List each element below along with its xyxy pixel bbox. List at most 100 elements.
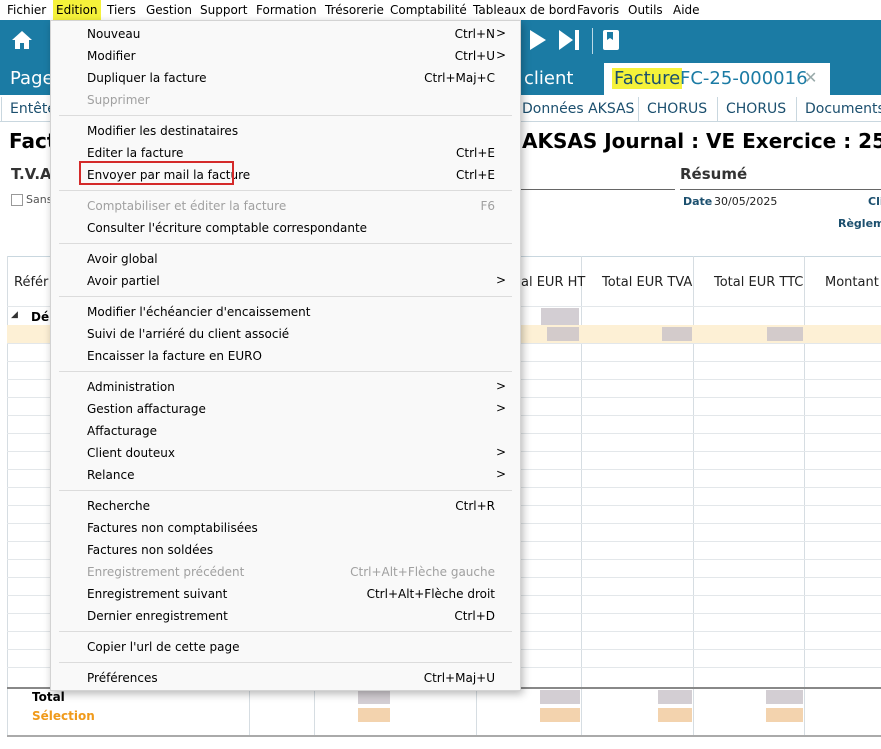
tab-client[interactable]: client	[524, 68, 573, 89]
chevron-right-icon: >	[495, 401, 506, 415]
menu-item-label: Enregistrement précédent	[87, 565, 245, 579]
menu-item-label: Comptabiliser et éditer la facture	[87, 199, 287, 213]
menu-item-administration[interactable]: Administration >	[51, 376, 520, 398]
menu-item-encaisser[interactable]: Encaisser la facture en EURO	[51, 345, 520, 367]
bookmark-icon[interactable]	[602, 29, 620, 56]
menu-item-modifier[interactable]: Modifier Ctrl+U >	[51, 45, 520, 67]
menu-item-label: Encaisser la facture en EURO	[87, 349, 262, 363]
menu-item-enregistrement-suivant[interactable]: Enregistrement suivant Ctrl+Alt+Flèche d…	[51, 583, 520, 605]
tab-facture-number: FC-25-000016	[680, 68, 808, 89]
menu-item-label: Dernier enregistrement	[87, 609, 228, 623]
menu-tableaux-de-bord[interactable]: Tableaux de bord	[470, 0, 579, 20]
redacted-value	[766, 708, 803, 722]
menu-item-consulter-ecriture[interactable]: Consulter l'écriture comptable correspon…	[51, 217, 520, 239]
total-label: Total	[32, 690, 65, 704]
menu-separator	[59, 490, 512, 491]
menu-comptabilite[interactable]: Comptabilité	[387, 0, 470, 20]
menu-item-supprimer: Supprimer	[51, 89, 520, 111]
menu-item-client-douteux[interactable]: Client douteux >	[51, 442, 520, 464]
menu-item-relance[interactable]: Relance >	[51, 464, 520, 486]
chevron-right-icon: >	[495, 467, 506, 481]
menu-item-shortcut: Ctrl+E	[456, 146, 495, 160]
menu-item-shortcut: Ctrl+R	[455, 499, 495, 513]
menu-outils[interactable]: Outils	[625, 0, 666, 20]
column-header-montant[interactable]: Montant r	[825, 275, 881, 290]
menu-item-avoir-partiel[interactable]: Avoir partiel >	[51, 270, 520, 292]
redacted-value	[541, 308, 579, 325]
menu-favoris[interactable]: Favoris	[574, 0, 622, 20]
menu-separator	[59, 371, 512, 372]
tab-page[interactable]: Page	[10, 68, 54, 89]
menu-item-shortcut: Ctrl+E	[456, 168, 495, 182]
selection-label: Sélection	[32, 709, 95, 723]
redacted-value	[662, 327, 692, 341]
chevron-right-icon: >	[495, 26, 506, 40]
menu-aide[interactable]: Aide	[670, 0, 703, 20]
subtab-chorus-2[interactable]: CHORUS	[717, 97, 794, 121]
menu-fichier[interactable]: Fichier	[4, 0, 49, 20]
menu-item-label: Supprimer	[87, 93, 150, 107]
column-header-total-ttc[interactable]: Total EUR TTC	[714, 275, 803, 290]
menu-item-copier-url[interactable]: Copier l'url de cette page	[51, 636, 520, 658]
menu-item-shortcut: Ctrl+Alt+Flèche gauche	[350, 565, 495, 579]
client-label: Cli	[868, 195, 881, 208]
collapse-toggle-icon[interactable]: ◢	[11, 310, 18, 320]
redacted-value	[658, 708, 692, 722]
menu-item-factures-non-soldees[interactable]: Factures non soldées	[51, 539, 520, 561]
resume-section-title: Résumé	[680, 165, 748, 183]
tva-section-title: T.V.A	[11, 165, 52, 183]
close-icon[interactable]: ✕	[804, 68, 817, 87]
menu-formation[interactable]: Formation	[253, 0, 320, 20]
menu-item-enregistrement-precedent: Enregistrement précédent Ctrl+Alt+Flèche…	[51, 561, 520, 583]
menu-item-modifier-destinataires[interactable]: Modifier les destinataires	[51, 120, 520, 142]
reglement-label: Règlem	[838, 217, 881, 230]
menu-support[interactable]: Support	[197, 0, 250, 20]
menu-tiers[interactable]: Tiers	[104, 0, 139, 20]
subtab-donnees-aksas[interactable]: Données AKSAS	[513, 97, 642, 121]
menu-item-label: Factures non soldées	[87, 543, 214, 557]
column-header-reference[interactable]: Référ	[14, 275, 48, 290]
menu-item-label: Editer la facture	[87, 146, 184, 160]
chevron-right-icon: >	[495, 273, 506, 287]
redacted-value	[547, 327, 579, 341]
menu-item-shortcut: F6	[480, 199, 495, 213]
last-record-icon[interactable]	[557, 28, 583, 57]
menu-item-nouveau[interactable]: Nouveau Ctrl+N >	[51, 23, 520, 45]
subtab-documents[interactable]: Documents	[796, 97, 881, 121]
edition-dropdown-menu: Nouveau Ctrl+N > Modifier Ctrl+U > Dupli…	[50, 20, 521, 691]
menu-item-label: Avoir partiel	[87, 274, 160, 288]
menu-item-label: Modifier	[87, 49, 136, 63]
home-icon[interactable]	[10, 28, 34, 57]
subtab-chorus-1[interactable]: CHORUS	[638, 97, 715, 121]
section-divider	[520, 189, 675, 190]
redacted-value	[358, 708, 390, 722]
menu-item-factures-non-comptabilisees[interactable]: Factures non comptabilisées	[51, 517, 520, 539]
column-header-total-tva[interactable]: Total EUR TVA	[602, 275, 692, 290]
sans-checkbox[interactable]	[11, 194, 23, 206]
menu-item-gestion-affacturage[interactable]: Gestion affacturage >	[51, 398, 520, 420]
redacted-value	[358, 690, 390, 704]
date-value: 30/05/2025	[714, 195, 778, 208]
date-label: Date	[683, 195, 713, 208]
menu-separator	[59, 190, 512, 191]
redacted-value	[540, 690, 580, 704]
menu-item-label: Modifier l'échéancier d'encaissement	[87, 305, 311, 319]
menu-gestion[interactable]: Gestion	[143, 0, 195, 20]
menu-item-echeancier[interactable]: Modifier l'échéancier d'encaissement	[51, 301, 520, 323]
menu-item-avoir-global[interactable]: Avoir global	[51, 248, 520, 270]
next-icon[interactable]	[527, 28, 549, 57]
redacted-value	[658, 690, 692, 704]
menu-item-preferences[interactable]: Préférences Ctrl+Maj+U	[51, 667, 520, 689]
menu-item-label: Préférences	[87, 671, 158, 685]
menu-item-recherche[interactable]: Recherche Ctrl+R	[51, 495, 520, 517]
menu-item-dernier-enregistrement[interactable]: Dernier enregistrement Ctrl+D	[51, 605, 520, 627]
menu-edition[interactable]: Edition	[53, 0, 101, 20]
menu-item-dupliquer[interactable]: Dupliquer la facture Ctrl+Maj+C	[51, 67, 520, 89]
menu-item-shortcut: Ctrl+Maj+U	[423, 671, 495, 685]
menu-item-affacturage[interactable]: Affacturage	[51, 420, 520, 442]
tab-facture-active[interactable]: Facture FC-25-000016 ✕	[604, 63, 830, 95]
column-header-total-ht[interactable]: al EUR HT	[521, 275, 585, 290]
menu-separator	[59, 115, 512, 116]
menu-item-suivi-arriere[interactable]: Suivi de l'arriéré du client associé	[51, 323, 520, 345]
menu-tresorerie[interactable]: Trésorerie	[322, 0, 387, 20]
